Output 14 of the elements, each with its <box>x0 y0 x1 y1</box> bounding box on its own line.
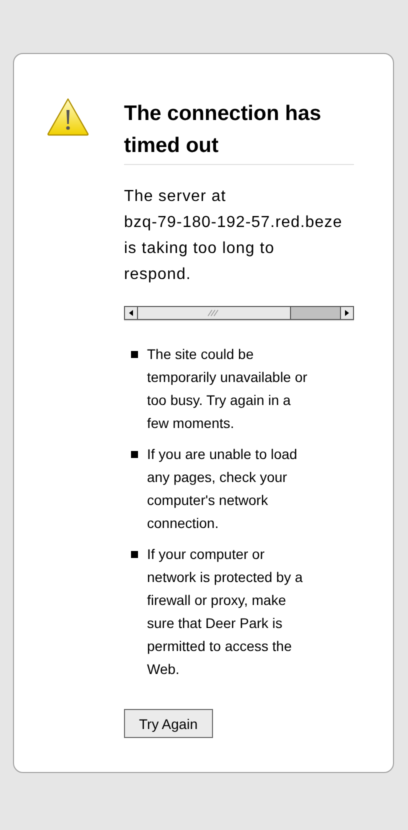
warning-icon <box>47 98 89 136</box>
bullet-icon <box>131 351 138 358</box>
suggestion-text: The site could be temporarily unavailable or too busy. Try again in a few moments. <box>147 345 308 433</box>
error-title: The connection has timed out <box>124 98 354 165</box>
bullet-icon <box>131 451 138 458</box>
error-message-line: The server at <box>124 187 226 207</box>
horizontal-scrollbar[interactable] <box>124 306 354 321</box>
error-message-line: respond. <box>124 265 192 285</box>
error-message-line: is taking too long to <box>124 239 274 259</box>
suggestion-text: If your computer or network is protected by a firewall or proxy, make sure that Deer Park is permitted to access the Web. <box>147 545 304 679</box>
suggestion-text: If you are unable to load any pages, check your computer's network connection. <box>147 445 298 533</box>
bullet-icon <box>131 551 138 558</box>
try-again-button[interactable]: Try Again <box>124 709 213 738</box>
error-message-line: bzq-79-180-192-57.red.beze <box>124 213 342 233</box>
